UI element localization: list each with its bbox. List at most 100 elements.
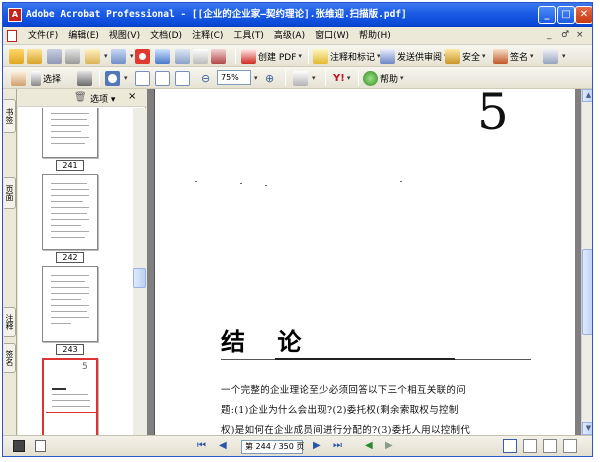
panel-toggle-icon[interactable] bbox=[13, 440, 25, 452]
menu-file[interactable]: 文件(F) bbox=[23, 30, 63, 42]
page-thumbnail[interactable] bbox=[42, 108, 98, 158]
pdf-page: 5 结 论 一个完整的企业理论至少必须回答以下三个相互关联的问 题:(1)企业为… bbox=[154, 89, 575, 435]
go-forward-icon[interactable]: ▶ bbox=[385, 440, 393, 451]
menu-list: 文件(F) 编辑(E) 视图(V) 文档(D) 注释(C) 工具(T) 高级(A… bbox=[23, 30, 396, 42]
email-dropdown-icon[interactable]: ▾ bbox=[104, 52, 108, 60]
yahoo-icon[interactable]: Y! bbox=[333, 73, 345, 84]
toolbar-separator bbox=[285, 70, 286, 86]
menu-help[interactable]: 帮助(H) bbox=[354, 30, 396, 42]
minimize-button[interactable]: _ bbox=[538, 6, 556, 24]
menu-advanced[interactable]: 高级(A) bbox=[269, 30, 310, 42]
page-layout-icon[interactable] bbox=[293, 70, 308, 86]
acrobat-app-icon[interactable]: A bbox=[8, 8, 22, 22]
menu-bar: 文件(F) 编辑(E) 视图(V) 文档(D) 注释(C) 工具(T) 高级(A… bbox=[3, 27, 592, 45]
help-button[interactable]: 帮助 ▾ bbox=[363, 70, 404, 86]
scroll-down-icon[interactable]: ▼ bbox=[582, 422, 592, 435]
secure-button[interactable]: 安全 ▾ bbox=[445, 48, 486, 64]
find-icon[interactable] bbox=[155, 48, 170, 64]
sign-button[interactable]: 签名 ▾ bbox=[493, 48, 534, 64]
maximize-button[interactable]: □ bbox=[557, 6, 575, 24]
menu-edit[interactable]: 编辑(E) bbox=[63, 30, 104, 42]
page-layout-dropdown-icon[interactable]: ▾ bbox=[312, 74, 316, 82]
thumbnail-label: 243 bbox=[56, 344, 84, 355]
create-pdf-label: 创建 PDF bbox=[258, 52, 297, 63]
actual-size-icon[interactable] bbox=[135, 70, 150, 86]
text-cursor-icon bbox=[31, 70, 41, 86]
document-scroll-thumb[interactable] bbox=[582, 249, 592, 335]
fit-page-icon[interactable] bbox=[155, 70, 170, 86]
continuous-icon[interactable] bbox=[523, 439, 537, 453]
menu-tools[interactable]: 工具(T) bbox=[228, 30, 269, 42]
zoom-out-icon[interactable]: ⊖ bbox=[201, 72, 210, 85]
menu-comments[interactable]: 注释(C) bbox=[187, 30, 228, 42]
next-page-icon[interactable]: ▶ bbox=[313, 440, 321, 451]
person-icon[interactable] bbox=[211, 48, 226, 64]
snapshot-icon[interactable] bbox=[77, 70, 92, 86]
tab-comments[interactable]: 注释 bbox=[4, 307, 16, 337]
page-number-field[interactable]: 第 244 / 350 页 bbox=[241, 440, 304, 454]
single-page-icon[interactable] bbox=[503, 439, 517, 453]
body-line: 权)是如何在企业成员间进行分配的?(3)委托人用以控制代 bbox=[221, 425, 471, 435]
create-pdf-button[interactable]: 创建 PDF ▾ bbox=[241, 48, 302, 64]
options-menu[interactable]: 选项 ▾ bbox=[90, 92, 115, 105]
zoom-in-icon[interactable] bbox=[105, 70, 120, 86]
last-page-icon[interactable]: ⏭ bbox=[333, 440, 342, 451]
menu-window[interactable]: 窗口(W) bbox=[310, 30, 354, 42]
scroll-up-icon[interactable]: ▲ bbox=[582, 89, 592, 102]
attach-icon[interactable] bbox=[111, 48, 126, 64]
tab-bookmarks[interactable]: 书签 bbox=[4, 99, 16, 133]
page-thumbnail-selected[interactable]: 5 bbox=[42, 358, 98, 435]
doc-close-button[interactable]: × bbox=[576, 30, 584, 40]
comment-markup-button[interactable]: 注释和标记 ▾ bbox=[313, 48, 381, 64]
previous-page-icon[interactable]: ◀ bbox=[219, 440, 227, 451]
navigation-tabs: 书签 页面 注释 签名 bbox=[3, 89, 17, 435]
document-icon[interactable] bbox=[7, 30, 17, 42]
read-icon[interactable] bbox=[175, 48, 190, 64]
tab-pages[interactable]: 页面 bbox=[4, 177, 16, 209]
first-page-icon[interactable]: ⏮ bbox=[197, 440, 206, 451]
thumbnail-scroll-thumb[interactable] bbox=[133, 268, 146, 288]
page-thumbnail[interactable] bbox=[42, 174, 98, 250]
email-icon[interactable] bbox=[85, 48, 100, 64]
facing-icon[interactable] bbox=[543, 439, 557, 453]
panel-close-button[interactable]: × bbox=[128, 91, 136, 102]
open-folder-icon[interactable] bbox=[9, 48, 24, 64]
create-pdf-icon bbox=[241, 48, 256, 64]
doc-restore-button[interactable]: ♂ bbox=[561, 30, 569, 40]
lock-icon bbox=[445, 48, 460, 64]
attach-dropdown-icon[interactable]: ▾ bbox=[130, 52, 134, 60]
zoom-level-input[interactable]: 75% bbox=[217, 70, 251, 85]
stop-icon[interactable] bbox=[135, 48, 150, 64]
zoom-tool-dropdown-icon[interactable]: ▾ bbox=[124, 74, 128, 82]
secure-label: 安全 bbox=[462, 52, 481, 63]
organizer-icon[interactable] bbox=[27, 48, 42, 64]
thumbnail-label: 242 bbox=[56, 252, 84, 263]
trash-icon[interactable]: 🗑 bbox=[74, 92, 87, 103]
document-scrollbar[interactable]: ▲ ▼ bbox=[581, 89, 592, 435]
go-back-icon[interactable]: ◀ bbox=[365, 440, 373, 451]
forms-dropdown-icon[interactable]: ▾ bbox=[562, 52, 566, 60]
send-review-button[interactable]: 发送供审阅▾ bbox=[380, 48, 448, 64]
print-icon[interactable] bbox=[65, 48, 80, 64]
doc-minimize-button[interactable]: _ bbox=[547, 30, 552, 40]
thumbnail-scrollbar[interactable] bbox=[133, 108, 146, 435]
menu-view[interactable]: 视图(V) bbox=[104, 30, 145, 42]
help-label: 帮助 bbox=[380, 74, 399, 85]
menu-document[interactable]: 文档(D) bbox=[145, 30, 187, 42]
yahoo-dropdown-icon[interactable]: ▾ bbox=[347, 74, 351, 82]
zoom-dropdown-icon[interactable]: ▾ bbox=[254, 74, 258, 82]
select-tool-label: 选择 bbox=[43, 74, 62, 85]
forms-icon[interactable] bbox=[543, 48, 558, 64]
fit-width-icon[interactable] bbox=[175, 70, 190, 86]
scan-icon[interactable] bbox=[193, 48, 208, 64]
hand-tool-icon[interactable] bbox=[11, 70, 26, 86]
toolbar-separator bbox=[308, 48, 309, 64]
tab-signatures[interactable]: 签名 bbox=[4, 343, 16, 373]
page-info-icon[interactable] bbox=[35, 440, 46, 452]
continuous-facing-icon[interactable] bbox=[563, 439, 577, 453]
close-button[interactable]: ✕ bbox=[575, 6, 592, 24]
page-thumbnail[interactable] bbox=[42, 266, 98, 342]
zoom-in-circle-icon[interactable]: ⊕ bbox=[265, 72, 274, 85]
save-icon[interactable] bbox=[47, 48, 62, 64]
select-tool-button[interactable]: 选择 bbox=[31, 70, 61, 86]
